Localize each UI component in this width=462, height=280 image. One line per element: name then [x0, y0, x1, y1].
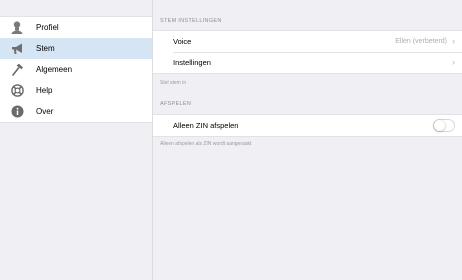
voice-row[interactable]: Voice Ellen (verbeterd) ›	[153, 31, 462, 52]
instellingen-row[interactable]: Instellingen ›	[153, 52, 462, 73]
lifebuoy-icon	[10, 84, 24, 98]
sidebar-item-label: Algemeen	[36, 65, 73, 74]
sidebar-item-label: Over	[36, 107, 54, 116]
person-icon	[10, 21, 24, 35]
sidebar-item-label: Help	[36, 86, 53, 95]
row-label: Voice	[173, 37, 192, 46]
sidebar-item-over[interactable]: Over	[0, 101, 152, 122]
row-label: Alleen ZIN afspelen	[173, 121, 239, 130]
chevron-right-icon: ›	[452, 57, 455, 67]
play-settings-group: Alleen ZIN afspelen	[153, 114, 462, 137]
toggle-knob	[434, 120, 445, 131]
section-header-afspelen: AFSPELEN	[160, 101, 192, 107]
voice-value: Ellen (verbeterd)	[395, 38, 447, 45]
alleen-zin-toggle[interactable]	[433, 119, 455, 132]
megaphone-icon	[10, 42, 24, 56]
sidebar-item-label: Profiel	[36, 23, 59, 32]
sidebar-item-algemeen[interactable]: Algemeen	[0, 59, 152, 80]
info-icon	[10, 105, 24, 119]
alleen-zin-row: Alleen ZIN afspelen	[153, 115, 462, 136]
sidebar-item-profiel[interactable]: Profiel	[0, 17, 152, 38]
section-header-voice: STEM INSTELLINGEN	[160, 18, 222, 24]
chevron-right-icon: ›	[452, 36, 455, 46]
row-label: Instellingen	[173, 58, 211, 67]
sidebar-item-stem[interactable]: Stem	[0, 38, 152, 59]
section-footer-afspelen: Alleen afspelen als ZIN wordt aangeraakt	[160, 141, 252, 147]
sidebar-item-help[interactable]: Help	[0, 80, 152, 101]
sidebar-item-label: Stem	[36, 44, 55, 53]
section-footer-voice: Stel stem in	[160, 80, 187, 86]
sidebar-list: Profiel Stem Algemeen Help Over	[0, 16, 152, 123]
voice-settings-group: Voice Ellen (verbeterd) › Instellingen ›	[153, 30, 462, 74]
sidebar: Profiel Stem Algemeen Help Over	[0, 0, 153, 280]
settings-main: STEM INSTELLINGEN Voice Ellen (verbeterd…	[153, 0, 462, 280]
hammer-icon	[10, 63, 24, 77]
